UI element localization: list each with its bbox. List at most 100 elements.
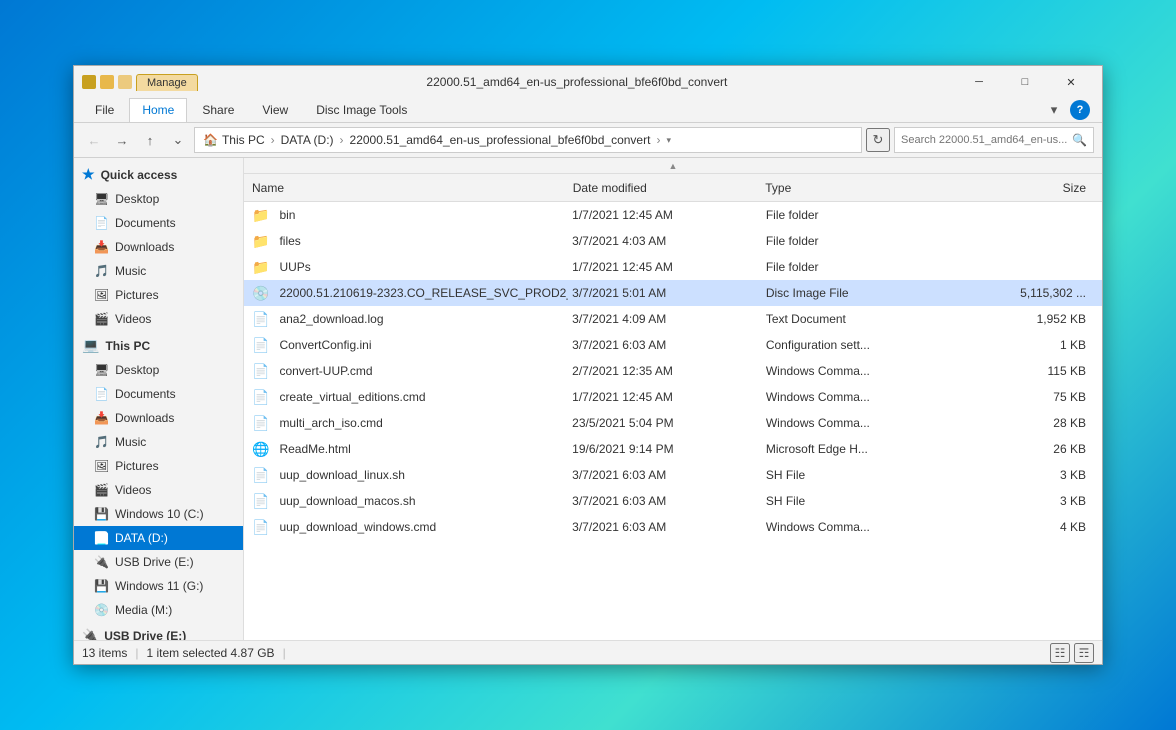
file-row-convert-uup[interactable]: 📄convert-UUP.cmd 2/7/2021 12:35 AM Windo… [244,358,1102,384]
title-bar: Manage 22000.51_amd64_en-us_professional… [74,66,1102,98]
help-button[interactable]: ? [1070,100,1090,120]
view-buttons: ☷ ☶ [1050,643,1094,663]
this-pc-icon: 💻 [82,337,99,354]
search-box[interactable]: 🔍 [894,127,1094,153]
tab-file[interactable]: File [82,98,127,122]
col-header-date[interactable]: Date modified [573,181,765,195]
sidebar-this-pc-header[interactable]: 💻 This PC [74,333,243,358]
sidebar-item-pictures[interactable]: 🖼 Pictures [74,283,243,307]
recent-locations-button[interactable]: ⌄ [166,128,190,152]
file-area: ▲ Name Date modified Type Size 📁bin 1/7/… [244,158,1102,640]
close-button[interactable]: ✕ [1048,66,1094,98]
sort-up-arrow: ▲ [669,161,678,171]
file-row-uups[interactable]: 📁UUPs 1/7/2021 12:45 AM File folder [244,254,1102,280]
minimize-button[interactable]: ─ [956,66,1002,98]
cmd-icon-windows: 📄 [252,519,269,536]
pictures-icon: 🖼 [94,288,109,302]
file-row-macos-sh[interactable]: 📄uup_download_macos.sh 3/7/2021 6:03 AM … [244,488,1102,514]
ribbon-tabs: File Home Share View Disc Image Tools ▾ … [74,98,1102,123]
sidebar-quick-access-section: ★ Quick access 🖥 Desktop 📄 Documents 📥 D… [74,162,243,331]
file-row-ana2[interactable]: 📄ana2_download.log 3/7/2021 4:09 AM Text… [244,306,1102,332]
sidebar-item-this-pc-music[interactable]: 🎵 Music [74,430,243,454]
col-header-size[interactable]: Size [958,181,1094,195]
sidebar-item-media-drive[interactable]: 💿 Media (M:) [74,598,243,622]
sidebar-usb-header[interactable]: 🔌 USB Drive (E:) [74,624,243,640]
file-row-create-virtual[interactable]: 📄create_virtual_editions.cmd 1/7/2021 12… [244,384,1102,410]
tab-view[interactable]: View [249,98,301,122]
sidebar: ★ Quick access 🖥 Desktop 📄 Documents 📥 D… [74,158,244,640]
window-title: 22000.51_amd64_en-us_professional_bfe6f0… [202,75,952,89]
file-row-readme[interactable]: 🌐ReadMe.html 19/6/2021 9:14 PM Microsoft… [244,436,1102,462]
status-separator-2: | [283,646,286,660]
address-path[interactable]: 🏠 This PC › DATA (D:) › 22000.51_amd64_e… [194,127,862,153]
data-drive-icon: 💾 [94,531,109,545]
file-row-linux-sh[interactable]: 📄uup_download_linux.sh 3/7/2021 6:03 AM … [244,462,1102,488]
sidebar-item-win10-drive[interactable]: 💾 Windows 10 (C:) [74,502,243,526]
sidebar-item-downloads[interactable]: 📥 Downloads [74,235,243,259]
this-pc-downloads-icon: 📥 [94,411,109,425]
this-pc-desktop-icon: 🖥 [94,363,109,377]
sidebar-item-documents[interactable]: 📄 Documents [74,211,243,235]
sidebar-item-this-pc-videos[interactable]: 🎬 Videos [74,478,243,502]
documents-icon: 📄 [94,216,109,230]
file-row-windows-cmd[interactable]: 📄uup_download_windows.cmd 3/7/2021 6:03 … [244,514,1102,540]
back-button[interactable]: ← [82,128,106,152]
file-row-iso[interactable]: 💿22000.51.210619-2323.CO_RELEASE_SVC_PRO… [244,280,1102,306]
sidebar-this-pc-section: 💻 This PC 🖥 Desktop 📄 Documents 📥 Downlo… [74,333,243,622]
explorer-window: Manage 22000.51_amd64_en-us_professional… [73,65,1103,665]
sidebar-item-usb-drive-e[interactable]: 🔌 USB Drive (E:) [74,550,243,574]
sidebar-usb-label: USB Drive (E:) [104,629,186,640]
this-pc-videos-icon: 🎬 [94,483,109,497]
videos-icon: 🎬 [94,312,109,326]
window-controls: ─ □ ✕ [956,66,1094,98]
sidebar-item-this-pc-desktop[interactable]: 🖥 Desktop [74,358,243,382]
sidebar-item-this-pc-documents[interactable]: 📄 Documents [74,382,243,406]
path-data-drive[interactable]: DATA (D:) [281,133,334,147]
sidebar-item-videos[interactable]: 🎬 Videos [74,307,243,331]
refresh-button[interactable]: ↻ [866,128,890,152]
selected-info: 1 item selected 4.87 GB [146,646,274,660]
tab-home[interactable]: Home [129,98,187,122]
large-icons-view-button[interactable]: ☶ [1074,643,1094,663]
search-input[interactable] [901,134,1068,146]
app-icon-2 [100,75,114,89]
file-row-multi-arch[interactable]: 📄multi_arch_iso.cmd 23/5/2021 5:04 PM Wi… [244,410,1102,436]
manage-tab[interactable]: Manage [136,74,198,91]
tab-share[interactable]: Share [189,98,247,122]
path-this-pc[interactable]: This PC [222,133,265,147]
address-bar: ← → ↑ ⌄ 🏠 This PC › DATA (D:) › 22000.51… [74,123,1102,158]
sidebar-item-data-drive[interactable]: 💾 DATA (D:) [74,526,243,550]
path-home-icon: 🏠 [203,133,218,147]
up-button[interactable]: ↑ [138,128,162,152]
sidebar-item-desktop[interactable]: 🖥 Desktop [74,187,243,211]
win11-drive-icon: 💾 [94,579,109,593]
this-pc-music-icon: 🎵 [94,435,109,449]
sidebar-quick-access-label: Quick access [101,168,178,182]
details-view-button[interactable]: ☷ [1050,643,1070,663]
file-row-convertconfig[interactable]: 📄ConvertConfig.ini 3/7/2021 6:03 AM Conf… [244,332,1102,358]
folder-icon-uups: 📁 [252,259,269,276]
path-current-folder[interactable]: 22000.51_amd64_en-us_professional_bfe6f0… [350,133,651,147]
forward-button[interactable]: → [110,128,134,152]
sort-arrow-row: ▲ [244,158,1102,174]
col-header-name[interactable]: Name [252,181,573,195]
sidebar-item-this-pc-pictures[interactable]: 🖼 Pictures [74,454,243,478]
sidebar-item-win11-drive[interactable]: 💾 Windows 11 (G:) [74,574,243,598]
sidebar-quick-access-header[interactable]: ★ Quick access [74,162,243,187]
col-header-type[interactable]: Type [765,181,957,195]
sidebar-usb-section: 🔌 USB Drive (E:) 📁 SandDiskSecureAcces [74,624,243,640]
file-row-files[interactable]: 📁files 3/7/2021 4:03 AM File folder [244,228,1102,254]
search-icon: 🔍 [1072,133,1087,147]
usb-icon: 🔌 [82,628,98,640]
tab-disc-image-tools[interactable]: Disc Image Tools [303,98,420,122]
ribbon-expand-button[interactable]: ▾ [1042,98,1066,122]
maximize-button[interactable]: □ [1002,66,1048,98]
path-chevron-icon: ▾ [666,135,671,146]
cmd-icon-multi: 📄 [252,415,269,432]
file-row-bin[interactable]: 📁bin 1/7/2021 12:45 AM File folder [244,202,1102,228]
sidebar-item-music[interactable]: 🎵 Music [74,259,243,283]
folder-icon-files: 📁 [252,233,269,250]
app-icon-3 [118,75,132,89]
text-icon-ana2: 📄 [252,311,269,328]
sidebar-item-this-pc-downloads[interactable]: 📥 Downloads [74,406,243,430]
